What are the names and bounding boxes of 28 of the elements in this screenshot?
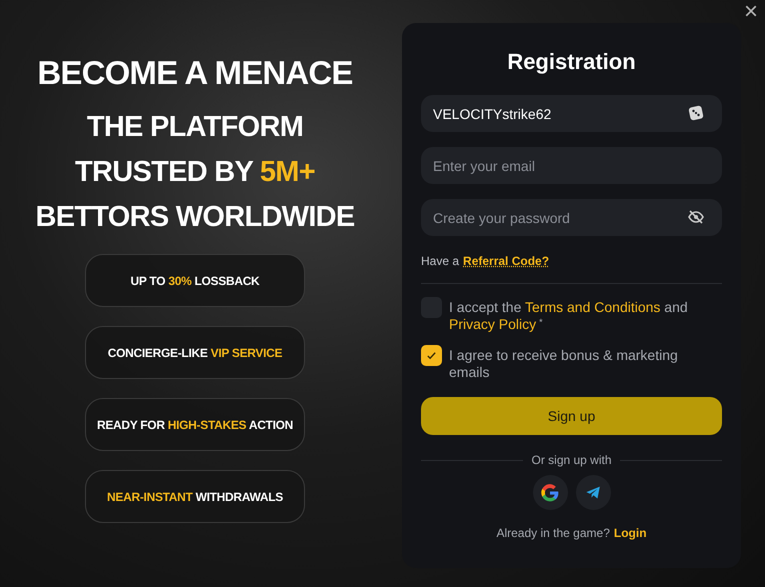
- headline: BECOME A MENACE: [37, 56, 353, 89]
- checkbox[interactable]: [421, 345, 442, 366]
- telegram-button[interactable]: [576, 475, 610, 510]
- subheadline: THE PLATFORM TRUSTED BY 5M+ BETTORS WORLDWIDE: [34, 110, 356, 235]
- google-button[interactable]: [532, 475, 568, 510]
- consent-text: I agree to receive bonus & marketing emails: [449, 346, 679, 381]
- feature-text: READY FOR HIGH-STAKES ACTION: [96, 416, 294, 434]
- alternative-label: Or sign up with: [531, 452, 612, 469]
- feature-text: NEAR-INSTANT WITHDRAWALS: [107, 488, 283, 506]
- feature-text: UP TO 30% LOSSBACK: [130, 272, 260, 290]
- password-field[interactable]: Create your password: [421, 199, 722, 236]
- consent-link[interactable]: Privacy Policy: [449, 316, 536, 332]
- google-icon: [540, 482, 560, 502]
- dice-icon[interactable]: [688, 105, 704, 121]
- referral-prompt: Have a: [421, 253, 460, 270]
- check-icon: [426, 350, 437, 361]
- sign-up-button[interactable]: Sign up: [421, 397, 722, 435]
- username-field[interactable]: VELOCITYstrike62: [421, 95, 722, 132]
- consent-text: I accept the Terms and Conditions and Privacy Policy $^{*}$: [449, 298, 689, 333]
- close-button[interactable]: ×: [744, 0, 758, 24]
- consent-link[interactable]: Terms and Conditions: [525, 299, 660, 315]
- form-title: Registration: [506, 48, 637, 76]
- referral-code-link[interactable]: Referral Code?: [463, 252, 550, 270]
- eye-slash-icon[interactable]: [688, 210, 704, 224]
- login-link[interactable]: Login: [614, 524, 647, 542]
- login-prompt: Already in the game?: [496, 525, 610, 542]
- email-field[interactable]: Enter your email: [421, 147, 722, 184]
- feature-text: CONCIERGE-LIKE VIP SERVICE: [108, 344, 282, 362]
